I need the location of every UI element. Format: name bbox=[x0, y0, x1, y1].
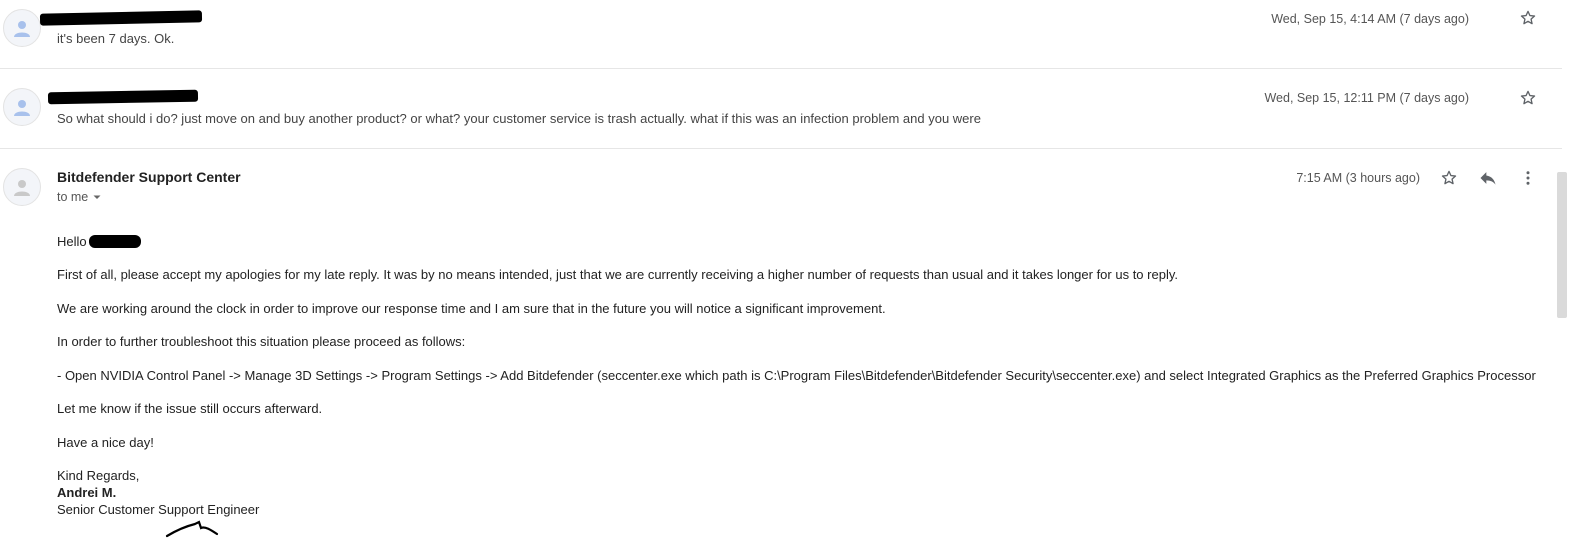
collapsed-message-2[interactable]: So what should i do? just move on and bu… bbox=[0, 69, 1562, 148]
body-paragraph: Have a nice day! bbox=[57, 435, 154, 450]
body-paragraph: In order to further troubleshoot this si… bbox=[57, 334, 466, 349]
redacted-recipient-name bbox=[89, 235, 141, 248]
sender-name[interactable]: Bitdefender Support Center bbox=[57, 169, 241, 185]
closing: Kind Regards, bbox=[57, 468, 140, 483]
caret-down-icon bbox=[93, 195, 101, 199]
reply-icon bbox=[1480, 172, 1496, 185]
body-paragraph: We are working around the clock in order… bbox=[57, 301, 886, 316]
person-avatar-icon bbox=[14, 180, 30, 196]
avatar[interactable] bbox=[3, 9, 41, 47]
signer-title: Senior Customer Support Engineer bbox=[57, 502, 260, 517]
star-outline-icon bbox=[1520, 10, 1536, 25]
signature-mark bbox=[165, 520, 219, 538]
body-paragraph: Let me know if the issue still occurs af… bbox=[57, 401, 323, 416]
body-paragraph-instructions: - Open NVIDIA Control Panel -> Manage 3D… bbox=[57, 368, 1536, 383]
avatar[interactable] bbox=[3, 168, 41, 206]
person-avatar-icon bbox=[14, 100, 30, 116]
recipient-label: to me bbox=[57, 190, 89, 204]
greeting: Hello bbox=[57, 234, 87, 249]
star-button[interactable] bbox=[1517, 7, 1539, 29]
scrollbar-thumb[interactable] bbox=[1557, 172, 1567, 318]
star-button[interactable] bbox=[1438, 167, 1460, 189]
recipient-details-toggle[interactable]: to me bbox=[57, 190, 102, 204]
reply-button[interactable] bbox=[1477, 167, 1499, 189]
star-outline-icon bbox=[1520, 90, 1536, 105]
more-vert-icon bbox=[1526, 171, 1530, 185]
redacted-sender-name bbox=[39, 10, 203, 26]
person-avatar-icon bbox=[14, 21, 30, 37]
star-outline-icon bbox=[1441, 170, 1457, 185]
body-paragraph: First of all, please accept my apologies… bbox=[57, 267, 1178, 282]
collapsed-message-1[interactable]: it's been 7 days. Ok. Wed, Sep 15, 4:14 … bbox=[0, 0, 1562, 68]
signer-name: Andrei M. bbox=[57, 485, 117, 500]
star-button[interactable] bbox=[1517, 87, 1539, 109]
avatar[interactable] bbox=[3, 88, 41, 126]
message-date: 7:15 AM (3 hours ago) bbox=[1296, 171, 1420, 185]
redacted-sender-name bbox=[47, 89, 199, 105]
message-date: Wed, Sep 15, 4:14 AM (7 days ago) bbox=[1271, 12, 1469, 26]
more-options-button[interactable] bbox=[1517, 167, 1539, 189]
message-snippet: it's been 7 days. Ok. bbox=[57, 31, 175, 46]
message-snippet: So what should i do? just move on and bu… bbox=[57, 111, 981, 126]
email-thread: { "messages": [ { "snippet": "it's been … bbox=[0, 0, 1592, 538]
message-date: Wed, Sep 15, 12:11 PM (7 days ago) bbox=[1264, 91, 1469, 105]
